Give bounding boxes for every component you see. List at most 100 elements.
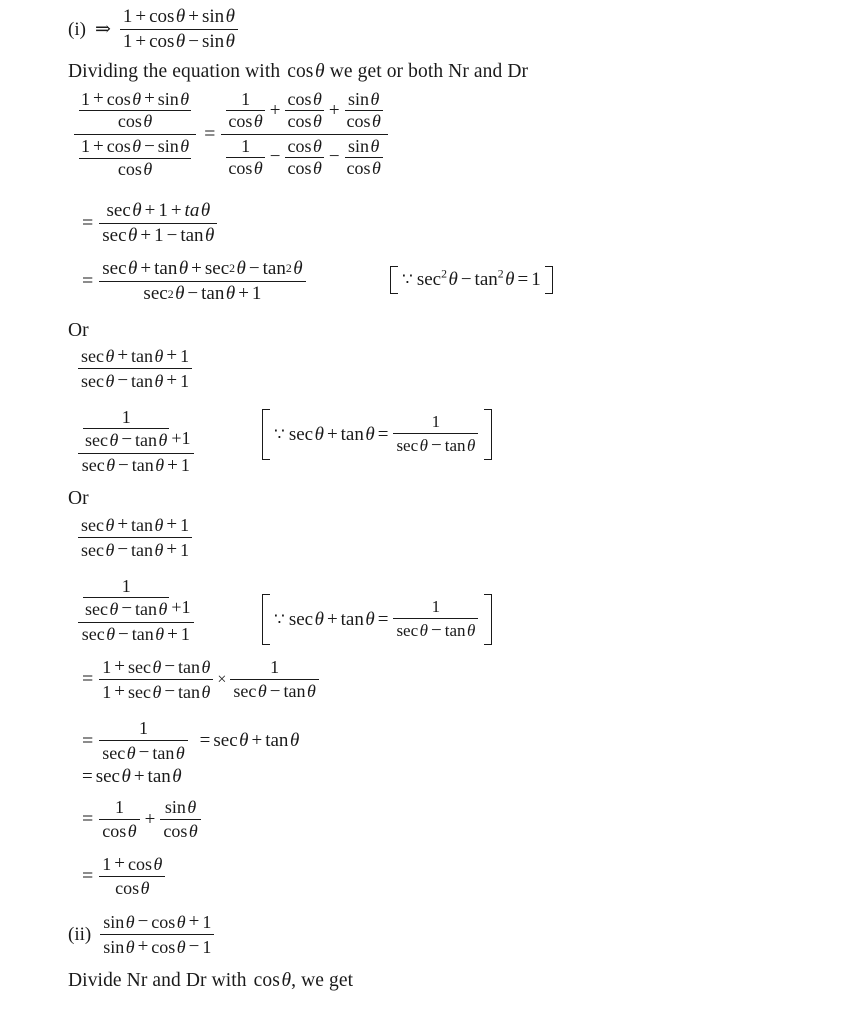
equals-sign: =	[82, 668, 94, 691]
part-label-ii: (ii)	[68, 923, 92, 945]
denominator: sec θ +1− tan θ	[102, 225, 215, 247]
numerator: sec θ + tan θ +1	[81, 345, 190, 366]
or-text: Or	[68, 488, 89, 509]
plus-one-term: +1	[171, 428, 191, 449]
numerator: sin θ	[348, 135, 380, 156]
denominator: sec θ − tan θ +1	[81, 370, 190, 392]
fraction-sec-tan-1: sec θ + tan θ +1 sec θ − tan θ +1	[78, 345, 193, 393]
denominator: cos θ	[228, 111, 263, 132]
term-1-over-cos: 1 cos θ	[226, 89, 265, 132]
identity-expression: sec2θ − tan2θ = 1	[416, 267, 541, 290]
bracket-left-icon	[390, 266, 398, 294]
numerator: 1	[121, 576, 131, 596]
compound-fraction-left: 1 + cos θ + sin θ cos θ 1 + cos θ − sin θ cos θ	[74, 88, 197, 181]
denominator: sec θ − tan θ	[396, 435, 476, 457]
term-sin-over-cos: sin θ cos θ	[344, 89, 383, 132]
numerator: 1	[114, 797, 124, 817]
plus-sign: +	[269, 99, 281, 121]
fraction-step-4: sec θ + tan θ + sec 2 θ − tan 2 θ sec 2 θ − tan θ +1	[99, 258, 306, 306]
denominator: sec θ − tan θ	[85, 598, 168, 620]
outer-numerator: 1 sec θ − tan θ +1	[78, 576, 194, 622]
equals-sign: =	[82, 808, 94, 831]
denominator: cos θ	[228, 157, 263, 178]
identity-note-sec-plus-tan-2: ∵ secθ + tanθ = 1 sec θ − tan θ	[258, 594, 493, 646]
equals-sign: =	[82, 864, 94, 887]
bracket-content: ∵ sec2θ − tan2θ = 1	[398, 266, 545, 294]
prose-text-head: Divide Nr and Dr with	[68, 970, 247, 991]
step-7-expression: = secθ + tanθ	[82, 766, 182, 787]
denominator: cos θ	[287, 111, 322, 132]
numerator: 1	[241, 89, 251, 110]
term-1-over-cos: 1 cos θ	[226, 136, 265, 179]
equals-sign: =	[204, 122, 216, 145]
or-block-1-fraction-b: 1 sec θ − tan θ +1 sec θ − tan θ +1	[76, 407, 196, 477]
numerator: sec θ +1 + ta θ	[106, 200, 211, 221]
or-label-2: Or	[68, 488, 89, 510]
identity-lhs: secθ + tanθ =	[288, 608, 389, 630]
bracket-left-icon	[262, 409, 270, 461]
numerator: 1	[431, 412, 441, 431]
step-3-equation: = sec θ +1 + ta θ sec θ +1− tan θ	[82, 200, 219, 248]
step-1-equation: (i) ⇒ 1 + cos θ + sin θ 1 + cos θ − sin θ	[68, 6, 240, 54]
fraction-1-over-cos: 1 cos θ	[99, 797, 140, 842]
numerator: 1	[431, 597, 441, 616]
step-10-equation: (ii) sin θ − cos θ +1 sin θ + cos θ −1	[68, 911, 216, 959]
fraction-step-3: sec θ +1 + ta θ sec θ +1− tan θ	[99, 200, 218, 248]
numerator: 1	[138, 718, 148, 738]
step-6-result: = secθ + tanθ	[199, 730, 300, 752]
fraction-reciprocal: 1 sec θ − tan θ	[99, 718, 188, 765]
inner-fraction-bottom: 1 + cos θ − sin θ cos θ	[79, 136, 192, 181]
cos-theta-inline: cosθ	[287, 61, 325, 82]
denominator: cos θ	[287, 157, 322, 178]
denominator: cos θ	[346, 111, 381, 132]
prose-divide-nr-dr: Divide Nr and Dr with cosθ , we get	[68, 970, 353, 992]
numerator: 1 + sec θ − tan θ	[102, 656, 211, 677]
equals-sign: =	[82, 212, 94, 235]
identity-rhs-fraction: 1 sec θ − tan θ	[393, 597, 479, 642]
numerator: cos θ	[287, 89, 322, 110]
inner-fraction-top: 1 + cos θ + sin θ cos θ	[79, 88, 192, 133]
numerator: sin θ	[164, 797, 197, 817]
numerator: 1 + cos θ + sin θ	[81, 88, 190, 109]
bracket-content: ∵ secθ + tanθ = 1 sec θ − tan θ	[270, 409, 484, 460]
outer-denominator: 1 + cos θ − sin θ cos θ	[74, 135, 196, 181]
square-bracket-group: ∵ secθ + tanθ = 1 sec θ − tan θ	[262, 409, 493, 461]
outer-denominator: 1 cos θ − cos θ cos θ − sin θ cos θ	[221, 135, 387, 179]
implies-arrow-icon: ⇒	[94, 19, 111, 41]
inner-fraction-reciprocal: 1 sec θ − tan θ	[83, 407, 170, 452]
denominator: sec θ − tan θ	[396, 620, 476, 642]
identity-note-sec-plus-tan-1: ∵ secθ + tanθ = 1 sec θ − tan θ	[258, 409, 493, 461]
denominator: cos θ	[115, 878, 150, 899]
numerator: sin θ	[348, 89, 380, 110]
denominator: sec θ − tan θ	[233, 680, 316, 702]
square-bracket-group: ∵ sec2θ − tan2θ = 1	[390, 266, 553, 294]
plus-sign: +	[328, 99, 340, 121]
numerator: sec θ + tan θ +1	[81, 514, 190, 535]
bracket-content: ∵ secθ + tanθ = 1 sec θ − tan θ	[270, 594, 484, 645]
fraction-step-10: sin θ − cos θ +1 sin θ + cos θ −1	[100, 911, 215, 959]
nested-fraction: 1 sec θ − tan θ +1 sec θ − tan θ +1	[78, 576, 194, 646]
denominator: cos θ	[117, 111, 153, 132]
numerator: sin θ − cos θ +1	[103, 911, 212, 932]
bracket-left-icon	[262, 594, 270, 646]
bracket-right-icon	[484, 409, 493, 461]
numerator: 1 + cos θ + sin θ	[122, 6, 235, 27]
because-symbol-icon: ∵	[402, 270, 413, 289]
outer-numerator: 1 sec θ − tan θ +1	[78, 407, 194, 453]
step-2-equation: 1 + cos θ + sin θ cos θ 1 + cos θ − sin θ cos θ = 1	[72, 88, 390, 180]
term-sin-over-cos: sin θ cos θ	[344, 135, 383, 179]
denominator: sec θ − tan θ	[102, 742, 185, 764]
numerator: 1 + cos θ	[102, 853, 163, 874]
cos-theta-inline: cosθ	[253, 970, 292, 991]
prose-dividing-equation: Dividing the equation with cosθ we get o…	[68, 61, 528, 83]
term-cos-over-cos: cos θ cos θ	[285, 89, 324, 132]
denominator: cos θ	[346, 157, 381, 178]
minus-sign: −	[269, 146, 281, 168]
denominator: cos θ	[117, 159, 153, 180]
denominator: sec θ − tan θ +1	[81, 539, 190, 561]
or-block-2-fraction-b: 1 sec θ − tan θ +1 sec θ − tan θ +1	[76, 576, 196, 646]
prose-text-tail: we get or both Nr and Dr	[329, 61, 529, 82]
plus-sign: +	[144, 808, 156, 830]
compound-fraction-right: 1 cos θ + cos θ cos θ + sin θ cos θ 1 co…	[221, 89, 388, 179]
denominator: cos θ	[163, 821, 198, 842]
